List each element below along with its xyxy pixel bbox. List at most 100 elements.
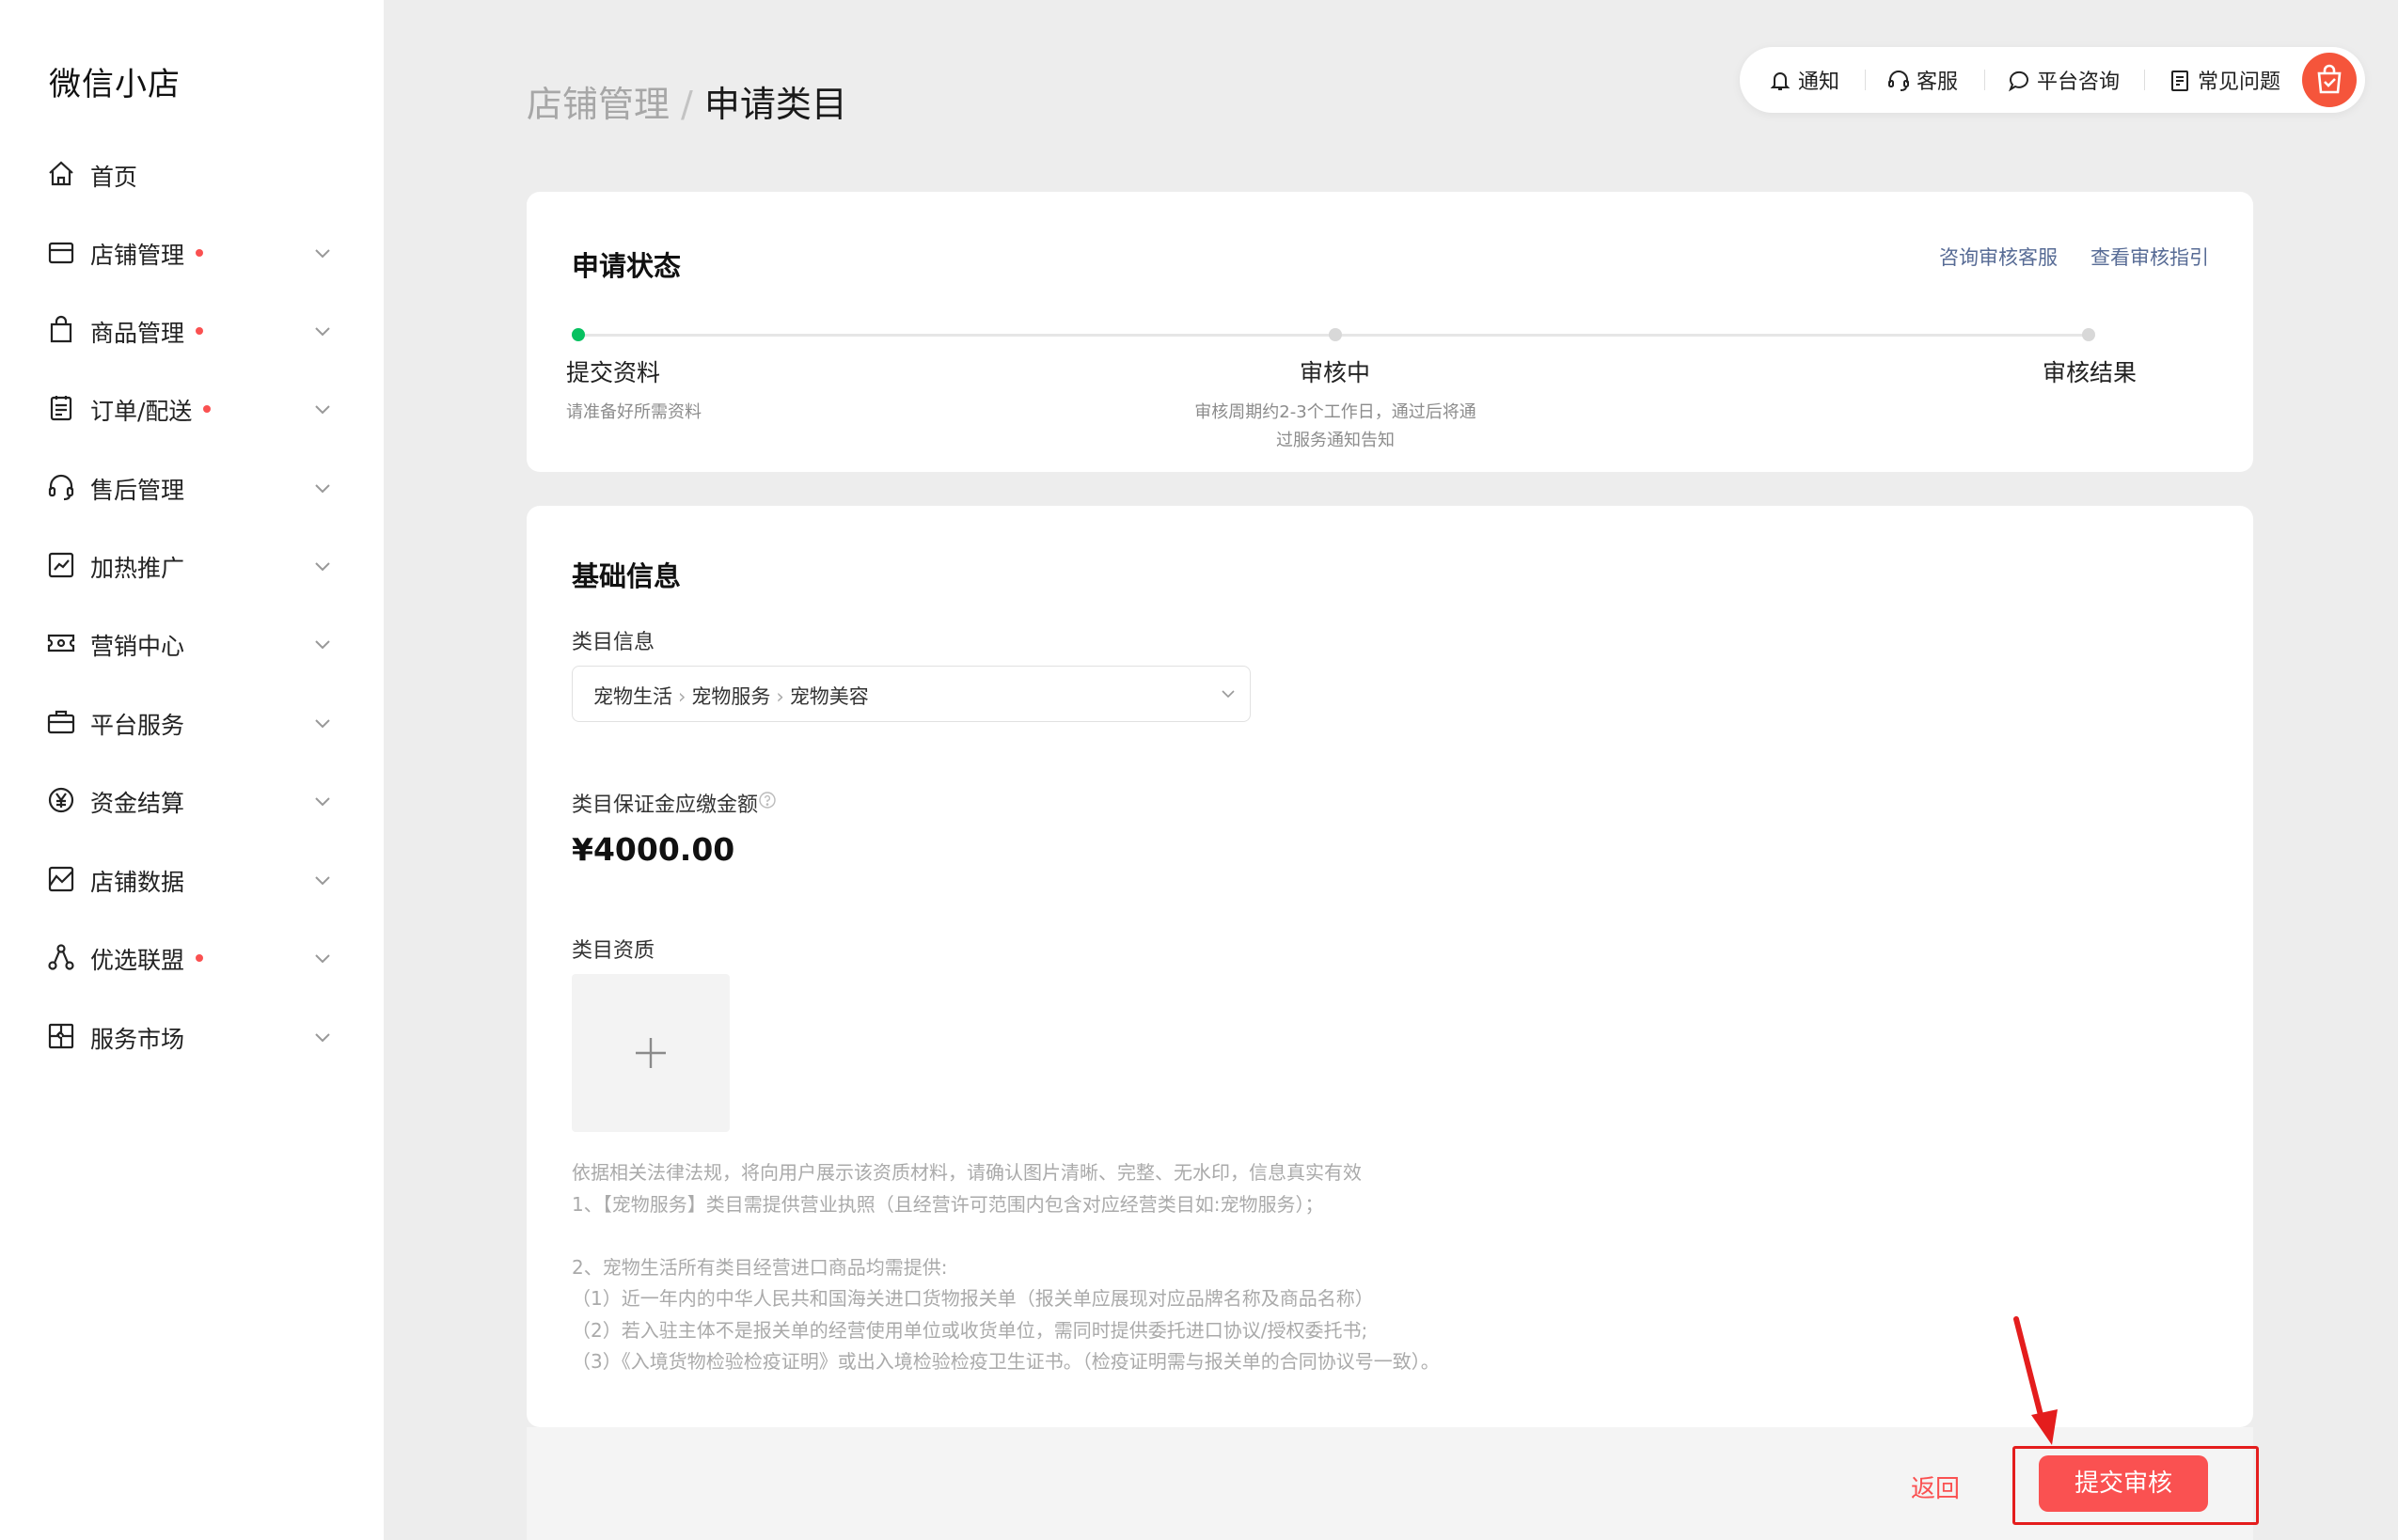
service-label: 客服 <box>1917 71 1959 94</box>
category-level-3: 宠物美容 <box>789 685 869 708</box>
category-level-1: 宠物生活 <box>593 685 672 708</box>
sidebar-item-label: 加热推广 <box>90 555 185 582</box>
plus-icon <box>636 1038 666 1068</box>
sidebar-item-service-market[interactable]: 服务市场 <box>0 1008 384 1064</box>
view-review-guide-link[interactable]: 查看审核指引 <box>2090 243 2209 271</box>
step-title-result: 审核结果 <box>2043 359 2138 386</box>
step-title-submit: 提交资料 <box>566 359 661 386</box>
sidebar-item-platform-services[interactable]: 平台服务 <box>0 694 384 750</box>
chevron-down-icon <box>1220 685 1237 702</box>
sidebar-item-product-management[interactable]: 商品管理 <box>0 302 384 358</box>
sidebar-item-store-data[interactable]: 店铺数据 <box>0 851 384 907</box>
chevron-down-icon <box>312 556 333 576</box>
step-desc-submit: 请准备好所需资料 <box>566 402 702 422</box>
chevron-down-icon <box>312 713 333 733</box>
platform-consult-button[interactable]: 平台咨询 <box>2007 65 2120 95</box>
step-dot-submit <box>572 328 585 341</box>
notify-label: 通知 <box>1798 71 1840 94</box>
bell-icon <box>1770 72 1791 90</box>
headset-icon <box>1888 71 1909 91</box>
sidebar-item-label: 首页 <box>90 164 138 191</box>
sidebar-item-label: 售后管理 <box>90 477 185 504</box>
sidebar-item-home[interactable]: 首页 <box>0 146 384 202</box>
step-desc-review: 审核周期约2-3个工作日，通过后将通过服务通知告知 <box>1194 402 1476 450</box>
category-select[interactable]: 宠物生活 › 宠物服务 › 宠物美容 <box>572 666 1251 722</box>
category-info-label: 类目信息 <box>572 631 655 654</box>
customer-service-button[interactable]: 客服 <box>1886 65 1958 95</box>
step-dot-result <box>2082 328 2095 341</box>
trend-chart-icon <box>45 549 77 581</box>
consult-review-service-link[interactable]: 咨询审核客服 <box>1939 243 2058 271</box>
sidebar-item-store-management[interactable]: 店铺管理 <box>0 224 384 280</box>
chevron-down-icon <box>312 948 333 968</box>
upload-qualification-button[interactable] <box>572 974 730 1132</box>
breadcrumb: 店铺管理 / 申请类目 <box>527 75 847 127</box>
notify-button[interactable]: 通知 <box>1768 65 1839 95</box>
footer-action-bar <box>527 1427 2253 1540</box>
step-title-review: 审核中 <box>1300 359 1371 386</box>
chat-bubble-icon <box>2008 71 2028 92</box>
shop-avatar-icon[interactable] <box>2302 53 2357 107</box>
category-separator: › <box>776 685 784 708</box>
data-chart-icon <box>45 863 77 895</box>
notification-dot <box>203 405 212 413</box>
consult-label: 平台咨询 <box>2037 71 2121 94</box>
sidebar-item-label: 店铺管理 <box>90 242 185 269</box>
faq-button[interactable]: 常见问题 <box>2168 65 2280 95</box>
back-button[interactable]: 返回 <box>1911 1469 1960 1504</box>
chevron-down-icon <box>312 399 333 419</box>
note-line: （1）近一年内的中华人民共和国海关进口货物报关单（报关单应展现对应品牌名称及商品… <box>572 1287 1374 1310</box>
sidebar: 微信小店 首页 店铺管理 商品管理 订单/配送 售后管理 加热推广 营销中心 平… <box>0 0 384 1540</box>
note-line: 依据相关法律法规，将向用户展示该资质材料，请确认图片清晰、完整、无水印，信息真实… <box>572 1161 1362 1184</box>
network-icon <box>45 941 77 973</box>
note-line: （2）若入驻主体不是报关单的经营使用单位或收货单位，需同时提供委托进口协议/授权… <box>572 1318 1368 1342</box>
chevron-down-icon <box>312 791 333 811</box>
sidebar-item-settlement[interactable]: 资金结算 <box>0 772 384 828</box>
sidebar-item-orders[interactable]: 订单/配送 <box>0 380 384 436</box>
breadcrumb-separator: / <box>681 84 693 125</box>
help-question-icon[interactable] <box>758 791 777 809</box>
toolbar-divider <box>2144 70 2145 90</box>
highlight-annotation-box <box>2012 1446 2259 1525</box>
breadcrumb-parent-link[interactable]: 店铺管理 <box>527 84 670 125</box>
chevron-down-icon <box>312 243 333 263</box>
note-line: 2、宠物生活所有类目经营进口商品均需提供: <box>572 1255 948 1279</box>
chevron-down-icon <box>312 870 333 890</box>
yuan-icon <box>45 784 77 816</box>
sidebar-item-after-sales[interactable]: 售后管理 <box>0 459 384 515</box>
toolbar-divider <box>1984 70 1985 90</box>
document-icon <box>2171 71 2188 91</box>
sidebar-item-label: 店铺数据 <box>90 869 185 896</box>
shopping-bag-icon <box>45 314 77 346</box>
store-icon <box>45 236 77 268</box>
status-card-title: 申请状态 <box>572 250 682 282</box>
top-toolbar: 通知 客服 平台咨询 常见问题 <box>1740 47 2365 113</box>
chevron-down-icon <box>312 321 333 341</box>
sidebar-item-label: 商品管理 <box>90 320 185 347</box>
sidebar-item-label: 订单/配送 <box>90 398 193 425</box>
chevron-down-icon <box>312 634 333 654</box>
red-arrow-annotation <box>2013 1316 2058 1445</box>
qualification-notes: 依据相关法律法规，将向用户展示该资质材料，请确认图片清晰、完整、无水印，信息真实… <box>572 1157 1440 1378</box>
qualification-label: 类目资质 <box>572 939 655 963</box>
deposit-label: 类目保证金应缴金额 <box>572 794 759 817</box>
chevron-down-icon <box>312 478 333 498</box>
notification-dot <box>196 249 204 257</box>
sidebar-item-label: 优选联盟 <box>90 947 185 974</box>
sidebar-item-label: 资金结算 <box>90 790 185 817</box>
basic-info-title: 基础信息 <box>572 560 682 592</box>
deposit-amount: ¥4000.00 <box>572 831 735 868</box>
ticket-icon <box>45 627 77 659</box>
toolbar-divider <box>1865 70 1866 90</box>
order-clipboard-icon <box>45 392 77 424</box>
sidebar-item-promotion[interactable]: 加热推广 <box>0 537 384 593</box>
sidebar-item-alliance[interactable]: 优选联盟 <box>0 929 384 985</box>
sidebar-item-marketing[interactable]: 营销中心 <box>0 615 384 671</box>
step-dot-review <box>1329 328 1342 341</box>
sidebar-item-label: 平台服务 <box>90 712 185 739</box>
app-logo-title: 微信小店 <box>49 66 181 103</box>
category-level-2: 宠物服务 <box>691 685 771 708</box>
faq-label: 常见问题 <box>2198 71 2281 94</box>
chevron-down-icon <box>312 1027 333 1047</box>
category-separator: › <box>678 685 686 708</box>
